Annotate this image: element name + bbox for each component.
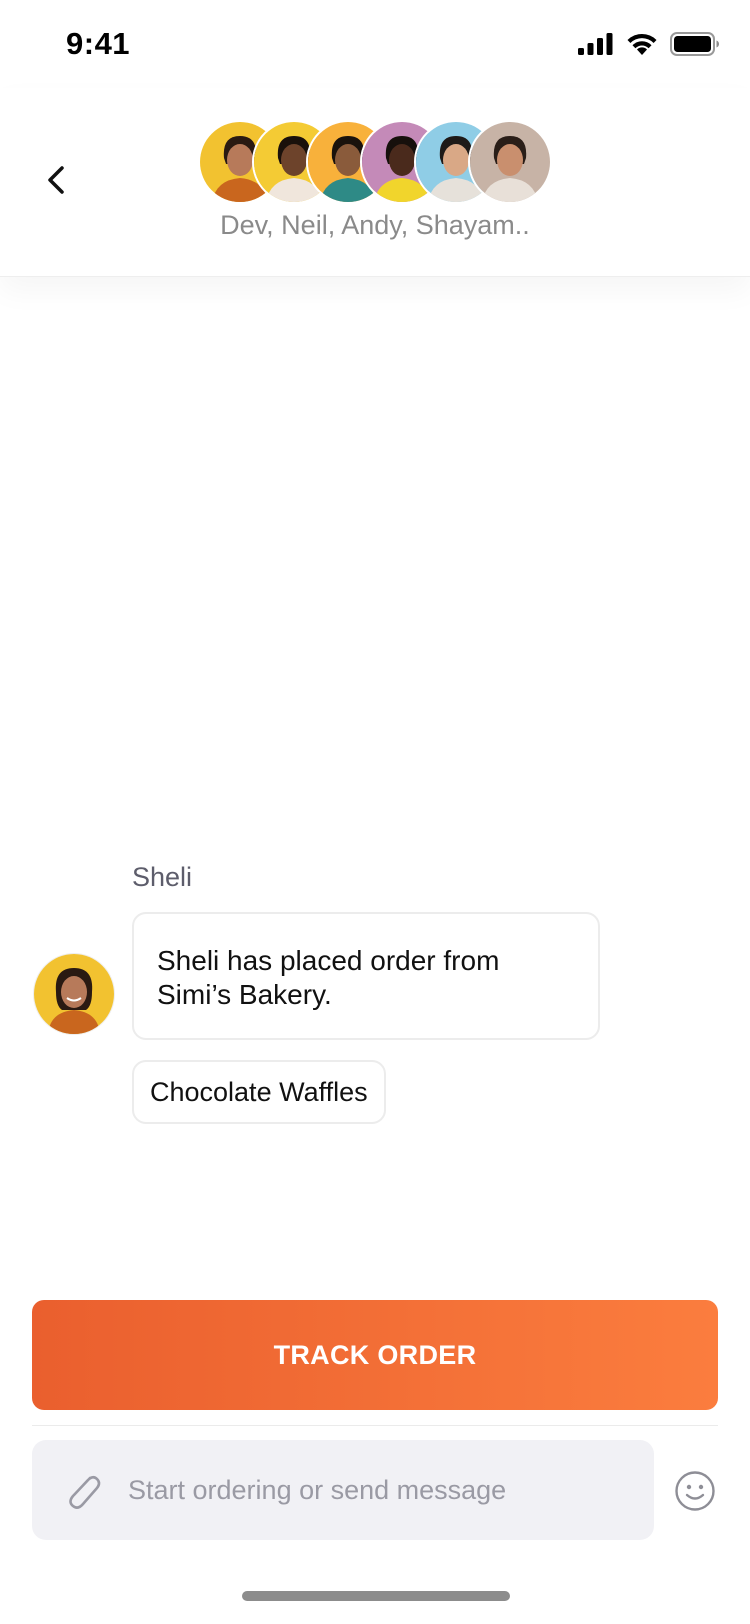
sender-name: Sheli: [132, 862, 193, 892]
order-message-bubble[interactable]: Sheli has placed order from Simi’s Baker…: [132, 912, 600, 1040]
sender-avatar[interactable]: [33, 953, 115, 1035]
status-bar: 9:41: [0, 0, 750, 88]
signal-icon: [578, 33, 613, 55]
battery-icon: [670, 32, 719, 56]
home-indicator: [242, 1591, 510, 1601]
track-order-button[interactable]: TRACK ORDER: [32, 1300, 718, 1410]
chat-header: Dev, Neil, Andy, Shayam..: [0, 88, 750, 277]
participants-label[interactable]: Dev, Neil, Andy, Shayam..: [0, 210, 750, 241]
status-icons: [578, 32, 720, 56]
divider: [32, 1425, 718, 1426]
avatar-6[interactable]: [468, 120, 552, 204]
wifi-icon: [627, 33, 657, 55]
paperclip-icon[interactable]: [60, 1466, 104, 1514]
participant-avatars[interactable]: [198, 120, 558, 204]
emoji-icon[interactable]: [674, 1470, 716, 1512]
message-composer: [32, 1440, 654, 1540]
order-item-chip[interactable]: Chocolate Waffles: [132, 1060, 386, 1124]
message-input[interactable]: [128, 1440, 628, 1540]
chevron-left-icon: [48, 166, 64, 194]
back-button[interactable]: [36, 160, 76, 200]
status-time: 9:41: [66, 26, 131, 61]
